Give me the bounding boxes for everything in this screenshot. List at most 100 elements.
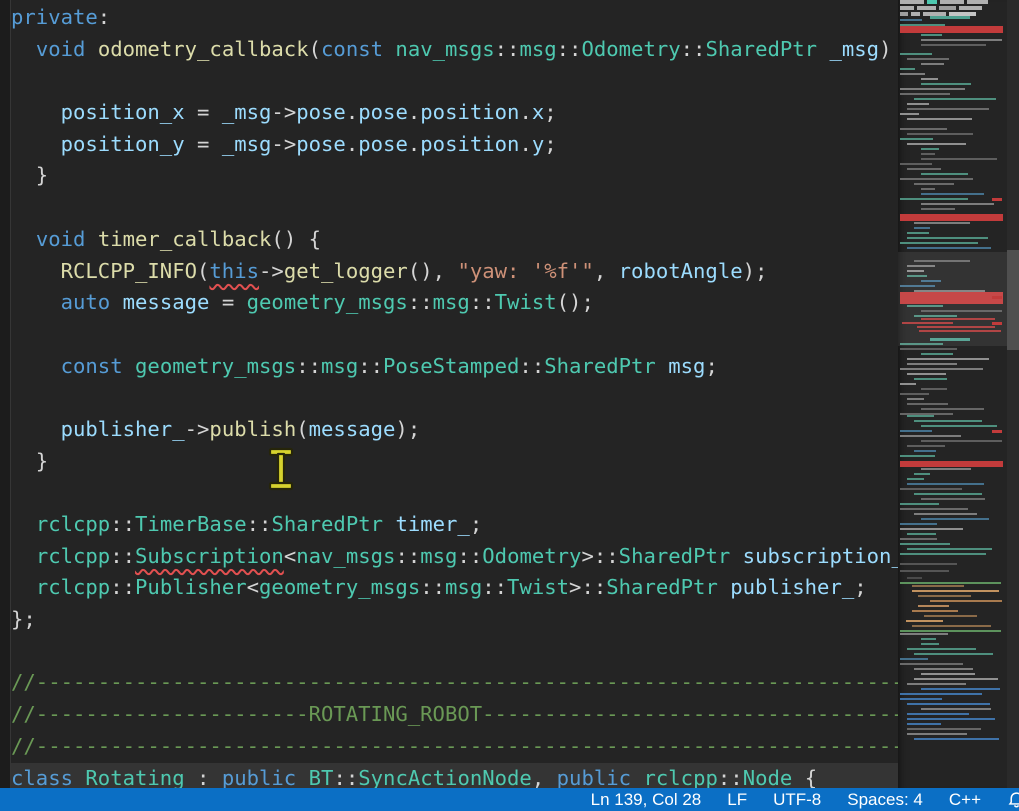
code-token bbox=[383, 512, 395, 536]
code-token: x bbox=[532, 100, 544, 124]
code-token: public bbox=[222, 766, 296, 789]
minimap-mark bbox=[900, 488, 962, 490]
code-token: . bbox=[519, 100, 531, 124]
minimap-mark bbox=[992, 214, 1002, 217]
code-line[interactable] bbox=[0, 319, 898, 351]
code-token: : bbox=[185, 766, 222, 789]
code-token: msg bbox=[519, 37, 556, 61]
code-line[interactable]: RCLCPP_INFO(this->get_logger(), "yaw: '%… bbox=[0, 256, 898, 288]
code-line[interactable] bbox=[0, 192, 898, 224]
minimap-mark bbox=[992, 462, 1002, 465]
status-eol[interactable]: LF bbox=[727, 790, 747, 810]
minimap-mark bbox=[921, 353, 953, 355]
code-token: this bbox=[209, 259, 259, 283]
code-line[interactable]: class Rotating : public BT::SyncActionNo… bbox=[0, 763, 898, 789]
code-line[interactable] bbox=[0, 65, 898, 97]
code-token bbox=[11, 259, 61, 283]
code-token bbox=[11, 417, 61, 441]
code-token: -> bbox=[259, 259, 284, 283]
code-token: position_y bbox=[61, 132, 185, 156]
code-token: pose bbox=[358, 132, 408, 156]
minimap-mark bbox=[912, 625, 991, 627]
code-token: _msg bbox=[829, 37, 879, 61]
minimap-mark bbox=[900, 198, 968, 200]
code-line[interactable]: auto message = geometry_msgs::msg::Twist… bbox=[0, 287, 898, 319]
minimap-mark bbox=[907, 168, 941, 170]
status-line-col[interactable]: Ln 139, Col 28 bbox=[591, 790, 702, 810]
code-token: msg bbox=[420, 544, 457, 568]
code-line[interactable]: void odometry_callback(const nav_msgs::m… bbox=[0, 34, 898, 66]
minimap-mark bbox=[940, 0, 964, 4]
code-line[interactable] bbox=[0, 477, 898, 509]
minimap-mark bbox=[918, 605, 949, 607]
code-token: "yaw: '%f'" bbox=[457, 259, 593, 283]
code-token: publisher_ bbox=[730, 575, 854, 599]
code-line[interactable]: //--------------------------------------… bbox=[0, 731, 898, 763]
code-token: msg bbox=[321, 354, 358, 378]
minimap-mark bbox=[900, 582, 1001, 584]
vertical-scrollbar[interactable] bbox=[1007, 0, 1019, 788]
status-encoding[interactable]: UTF-8 bbox=[773, 790, 821, 810]
code-line[interactable]: private: bbox=[0, 2, 898, 34]
minimap-viewport[interactable] bbox=[898, 252, 1007, 346]
code-token: class bbox=[11, 766, 73, 789]
code-line[interactable]: } bbox=[0, 446, 898, 478]
minimap[interactable] bbox=[898, 0, 1007, 788]
minimap-mark bbox=[914, 222, 970, 224]
minimap-mark bbox=[914, 668, 973, 670]
code-token: >:: bbox=[569, 575, 606, 599]
minimap-mark bbox=[900, 73, 925, 75]
minimap-mark bbox=[930, 600, 1002, 602]
code-line[interactable]: //----------------------ROTATING_ROBOT--… bbox=[0, 699, 898, 731]
minimap-mark bbox=[900, 630, 1001, 632]
code-line[interactable]: } bbox=[0, 160, 898, 192]
code-token: _msg bbox=[222, 132, 272, 156]
minimap-mark bbox=[992, 322, 1002, 325]
status-indentation[interactable]: Spaces: 4 bbox=[847, 790, 923, 810]
code-line[interactable]: }; bbox=[0, 604, 898, 636]
code-token: const bbox=[61, 354, 123, 378]
minimap-mark bbox=[900, 138, 933, 140]
minimap-mark bbox=[914, 473, 930, 475]
code-line[interactable]: rclcpp::TimerBase::SharedPtr timer_; bbox=[0, 509, 898, 541]
code-line[interactable] bbox=[0, 382, 898, 414]
minimap-mark bbox=[921, 193, 984, 195]
minimap-mark bbox=[992, 430, 1002, 433]
minimap-mark bbox=[921, 153, 935, 155]
code-token bbox=[656, 354, 668, 378]
code-line[interactable]: const geometry_msgs::msg::PoseStamped::S… bbox=[0, 351, 898, 383]
code-line[interactable]: rclcpp::Publisher<geometry_msgs::msg::Tw… bbox=[0, 572, 898, 604]
code-line[interactable]: void timer_callback() { bbox=[0, 224, 898, 256]
code-line[interactable]: rclcpp::Subscription<nav_msgs::msg::Odom… bbox=[0, 541, 898, 573]
code-token: , bbox=[594, 259, 619, 283]
minimap-mark bbox=[921, 468, 971, 470]
minimap-mark bbox=[921, 440, 1002, 442]
code-line[interactable]: publisher_->publish(message); bbox=[0, 414, 898, 446]
code-token bbox=[11, 544, 36, 568]
status-language[interactable]: C++ bbox=[949, 790, 981, 810]
scrollbar-thumb[interactable] bbox=[1007, 250, 1019, 350]
code-line[interactable]: //--------------------------------------… bbox=[0, 667, 898, 699]
minimap-mark bbox=[900, 393, 929, 395]
minimap-mark bbox=[907, 648, 976, 650]
code-editor-area[interactable]: private: void odometry_callback(const na… bbox=[0, 0, 898, 788]
code-token bbox=[11, 100, 61, 124]
minimap-mark bbox=[912, 610, 958, 612]
code-token: Publisher bbox=[135, 575, 247, 599]
code-line[interactable] bbox=[0, 636, 898, 668]
code-token: Twist bbox=[507, 575, 569, 599]
code-token bbox=[11, 132, 61, 156]
code-token: ; bbox=[705, 354, 717, 378]
code-token: ; bbox=[854, 575, 866, 599]
status-bar: Ln 139, Col 28 LF UTF-8 Spaces: 4 C++ bbox=[0, 788, 1019, 811]
code-token bbox=[296, 766, 308, 789]
code-token: } bbox=[11, 449, 48, 473]
minimap-mark bbox=[907, 445, 945, 447]
code-token: private bbox=[11, 5, 98, 29]
notifications-bell-icon[interactable] bbox=[1007, 790, 1019, 809]
code-line[interactable]: position_x = _msg->pose.pose.position.x; bbox=[0, 97, 898, 129]
code-line[interactable]: position_y = _msg->pose.pose.position.y; bbox=[0, 129, 898, 161]
minimap-mark bbox=[921, 673, 975, 675]
code-token: publish bbox=[209, 417, 296, 441]
minimap-mark bbox=[900, 178, 973, 180]
